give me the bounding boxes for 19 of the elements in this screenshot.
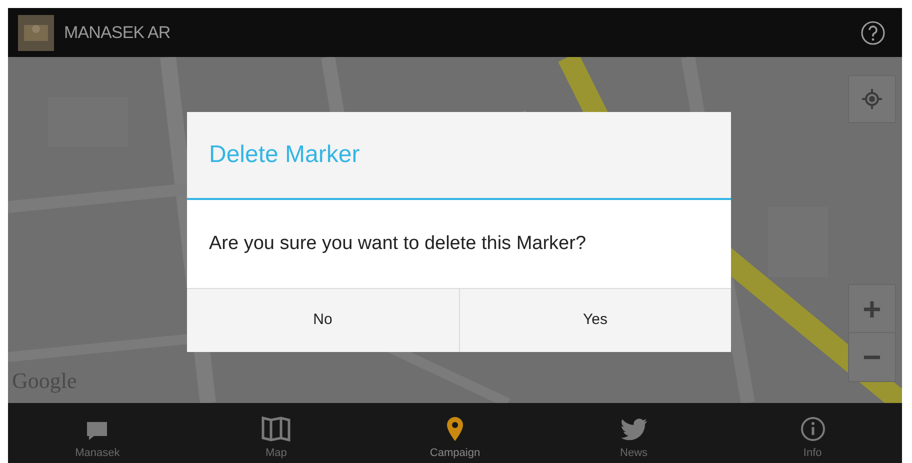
help-icon[interactable] — [860, 20, 886, 46]
location-pin-icon — [446, 416, 464, 442]
info-icon — [800, 416, 826, 442]
chat-bubble-icon — [85, 420, 110, 442]
nav-tab[interactable]: News — [544, 403, 724, 463]
my-location-button[interactable] — [848, 75, 896, 123]
target-icon — [862, 89, 882, 109]
nav-tab[interactable]: Map — [186, 403, 366, 463]
nav-tab[interactable]: Campaign — [366, 403, 544, 463]
zoom-out-button[interactable]: − — [849, 333, 895, 381]
nav-tab[interactable]: Manasek — [8, 403, 187, 463]
nav-tab[interactable]: Info — [723, 403, 902, 463]
zoom-in-button[interactable]: + — [849, 285, 895, 333]
map-icon — [261, 416, 292, 442]
dialog-message: Are you sure you want to delete this Marker? — [209, 232, 588, 256]
dialog-title: Delete Marker — [209, 140, 360, 170]
app-title: MANASEK AR — [64, 22, 170, 44]
app-logo-icon — [18, 14, 54, 50]
bird-icon — [620, 418, 648, 442]
